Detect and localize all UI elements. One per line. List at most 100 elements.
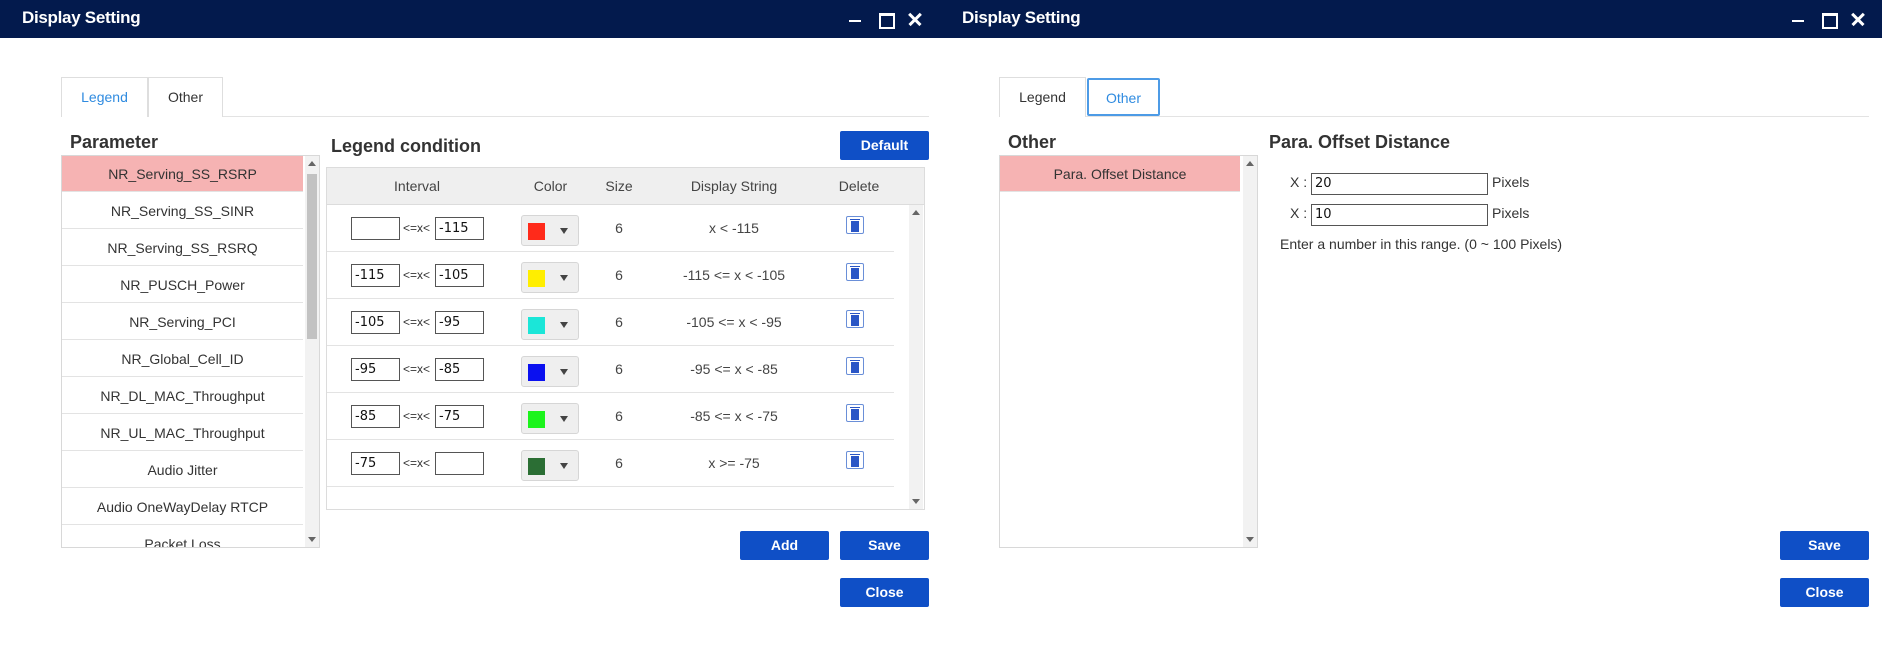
interval-from-input[interactable] <box>351 217 400 240</box>
interval-from-input[interactable]: -105 <box>351 311 400 334</box>
interval-from-input[interactable]: -95 <box>351 358 400 381</box>
scroll-down-icon[interactable] <box>308 537 316 542</box>
scroll-up-icon[interactable] <box>308 161 316 166</box>
chevron-down-icon <box>560 322 568 328</box>
parameter-list: NR_Serving_SS_RSRP NR_Serving_SS_SINR NR… <box>61 155 320 548</box>
color-picker[interactable] <box>521 450 579 481</box>
list-item[interactable]: NR_Serving_SS_SINR <box>62 193 303 229</box>
offset-x-input[interactable]: 20 <box>1311 173 1488 195</box>
maximize-icon[interactable] <box>1815 6 1841 32</box>
offset-heading: Para. Offset Distance <box>1269 132 1451 152</box>
interval-from-input[interactable]: -115 <box>351 264 400 287</box>
list-item[interactable]: NR_DL_MAC_Throughput <box>62 378 303 414</box>
list-item[interactable]: NR_Serving_SS_RSRQ <box>62 230 303 266</box>
interval-from-input[interactable]: -85 <box>351 405 400 428</box>
close-button[interactable]: Close <box>840 578 929 607</box>
legend-table-scrollbar[interactable] <box>909 205 923 509</box>
close-button[interactable]: Close <box>1780 578 1869 607</box>
parameter-scrollbar[interactable] <box>305 156 319 547</box>
size-value: 6 <box>615 220 623 236</box>
trash-icon[interactable] <box>846 357 864 375</box>
other-scrollbar[interactable] <box>1243 156 1257 547</box>
tab-legend[interactable]: Legend <box>999 77 1086 117</box>
color-swatch <box>528 458 545 475</box>
interval-to-input[interactable]: -75 <box>435 405 484 428</box>
interval-operator: <=x< <box>403 221 431 235</box>
interval-to-input[interactable]: -115 <box>435 217 484 240</box>
interval-to-input[interactable] <box>435 452 484 475</box>
chevron-down-icon <box>560 228 568 234</box>
column-header-size: Size <box>605 178 633 194</box>
scroll-up-icon[interactable] <box>912 210 920 215</box>
list-item[interactable]: NR_Serving_PCI <box>62 304 303 340</box>
color-picker[interactable] <box>521 403 579 434</box>
window-title: Display Setting <box>962 8 1081 27</box>
display-string: x >= -75 <box>708 455 760 471</box>
interval-to-input[interactable]: -95 <box>435 311 484 334</box>
interval-operator: <=x< <box>403 315 431 329</box>
scroll-up-icon[interactable] <box>1246 161 1254 166</box>
color-swatch <box>528 223 545 240</box>
tab-bar: Legend Other <box>999 77 1869 117</box>
interval-to-input[interactable]: -105 <box>435 264 484 287</box>
table-row: -95 <=x< -85 6 -95 <= x < -85 <box>327 346 894 393</box>
tab-legend[interactable]: Legend <box>61 77 148 117</box>
display-setting-window-other: Display Setting Legend Other Other Para.… <box>940 0 1882 645</box>
unit-label: Pixels <box>1492 205 1530 221</box>
minimize-icon[interactable] <box>842 6 868 32</box>
interval-from-input[interactable]: -75 <box>351 452 400 475</box>
title-bar[interactable]: Display Setting <box>940 0 1882 38</box>
column-header-display-string: Display String <box>690 178 778 194</box>
interval-operator: <=x< <box>403 362 431 376</box>
add-button[interactable]: Add <box>740 531 829 560</box>
unit-label: Pixels <box>1492 174 1530 190</box>
display-string: -95 <= x < -85 <box>690 361 778 377</box>
parameter-heading: Parameter <box>70 132 159 152</box>
table-row: <=x< -115 6 x < -115 <box>327 205 894 252</box>
table-row: -105 <=x< -95 6 -105 <= x < -95 <box>327 299 894 346</box>
list-item[interactable]: Packet Loss <box>62 526 303 547</box>
tab-bar: Legend Other <box>61 77 929 117</box>
scroll-down-icon[interactable] <box>1246 537 1254 542</box>
scroll-down-icon[interactable] <box>912 499 920 504</box>
title-bar[interactable]: Display Setting <box>0 0 940 38</box>
offset-x-input[interactable]: 10 <box>1311 204 1488 226</box>
trash-icon[interactable] <box>846 310 864 328</box>
minimize-icon[interactable] <box>1785 6 1811 32</box>
color-picker[interactable] <box>521 262 579 293</box>
maximize-icon[interactable] <box>872 6 898 32</box>
size-value: 6 <box>615 267 623 283</box>
close-icon[interactable] <box>1845 6 1871 32</box>
tab-other[interactable]: Other <box>148 77 223 117</box>
scroll-thumb[interactable] <box>307 174 317 339</box>
trash-icon[interactable] <box>846 216 864 234</box>
interval-operator: <=x< <box>403 409 431 423</box>
display-string: x < -115 <box>709 220 759 236</box>
color-picker[interactable] <box>521 356 579 387</box>
color-swatch <box>528 270 545 287</box>
list-item[interactable]: Audio Jitter <box>62 452 303 488</box>
save-button[interactable]: Save <box>1780 531 1869 560</box>
default-button[interactable]: Default <box>840 131 929 160</box>
list-item[interactable]: Audio OneWayDelay RTCP <box>62 489 303 525</box>
interval-to-input[interactable]: -85 <box>435 358 484 381</box>
display-string: -105 <= x < -95 <box>686 314 782 330</box>
chevron-down-icon <box>560 369 568 375</box>
trash-icon[interactable] <box>846 404 864 422</box>
list-item[interactable]: NR_PUSCH_Power <box>62 267 303 303</box>
trash-icon[interactable] <box>846 451 864 469</box>
size-value: 6 <box>615 314 623 330</box>
list-item[interactable]: NR_Global_Cell_ID <box>62 341 303 377</box>
list-item[interactable]: Para. Offset Distance <box>1000 156 1240 192</box>
color-picker[interactable] <box>521 309 579 340</box>
color-picker[interactable] <box>521 215 579 246</box>
list-item[interactable]: NR_UL_MAC_Throughput <box>62 415 303 451</box>
close-icon[interactable] <box>902 6 928 32</box>
list-item[interactable]: NR_Serving_SS_RSRP <box>62 156 303 192</box>
save-button[interactable]: Save <box>840 531 929 560</box>
tab-other[interactable]: Other <box>1087 78 1160 116</box>
trash-icon[interactable] <box>846 263 864 281</box>
color-swatch <box>528 411 545 428</box>
table-row: -75 <=x< 6 x >= -75 <box>327 440 894 487</box>
column-header-delete: Delete <box>838 178 880 194</box>
